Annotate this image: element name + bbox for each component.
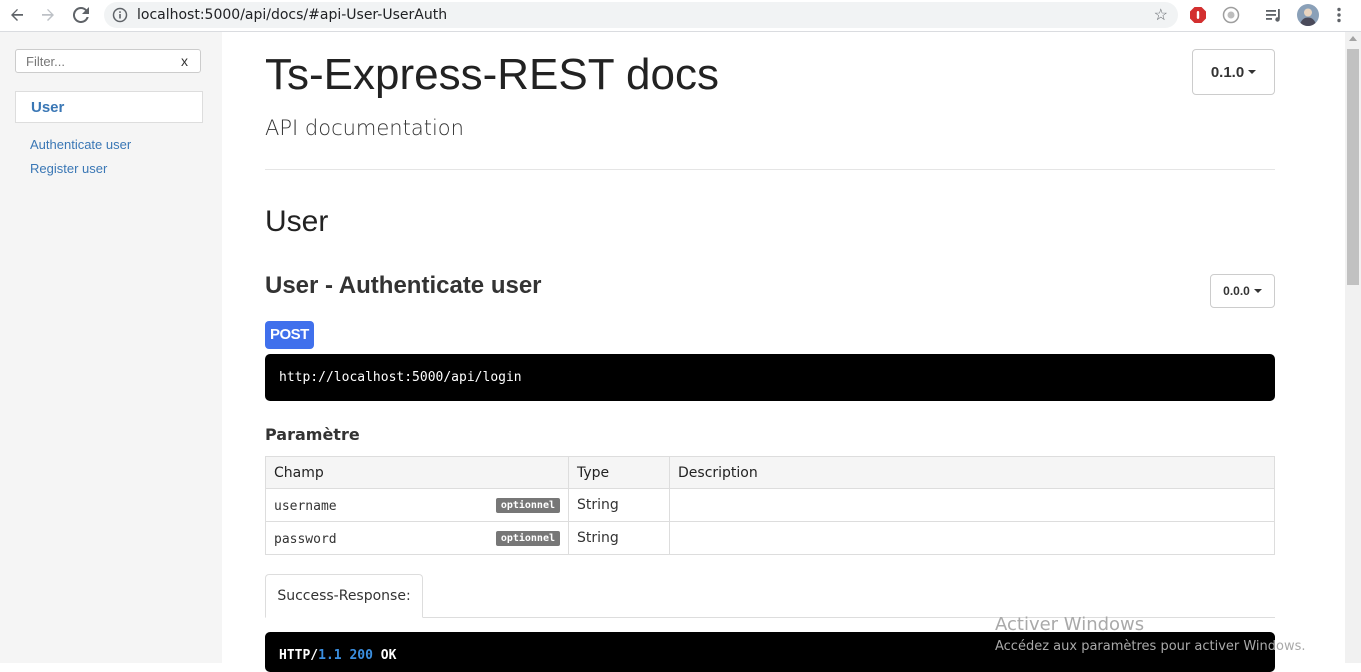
info-icon[interactable] bbox=[112, 7, 128, 28]
column-header-description: Description bbox=[669, 456, 1275, 489]
section-title: User bbox=[265, 205, 329, 238]
param-type: String bbox=[568, 521, 670, 555]
api-version-label: 0.1.0 bbox=[1210, 63, 1245, 81]
watermark-title: Activer Windows bbox=[995, 614, 1145, 635]
divider bbox=[265, 169, 1275, 170]
sidebar-link-authenticate-user[interactable]: Authenticate user bbox=[30, 137, 131, 152]
endpoint-version-dropdown[interactable]: 0.0.0 bbox=[1210, 274, 1275, 308]
page-title: Ts-Express-REST docs bbox=[265, 50, 719, 99]
browser-toolbar: localhost:5000/api/docs/#api-User-UserAu… bbox=[0, 0, 1361, 32]
response-code: 200 bbox=[349, 648, 373, 663]
forward-button[interactable] bbox=[35, 3, 61, 27]
param-cell: password optionnel bbox=[265, 521, 569, 555]
reload-button[interactable] bbox=[68, 3, 94, 27]
url-text[interactable]: localhost:5000/api/docs/#api-User-UserAu… bbox=[137, 7, 447, 23]
response-status: OK bbox=[380, 648, 397, 663]
sidebar-group-user[interactable]: User bbox=[15, 91, 203, 123]
params-table: Champ Type Description username optionnel… bbox=[265, 456, 1275, 555]
endpoint-url-box: http://localhost:5000/api/login bbox=[265, 354, 1275, 401]
param-name: password bbox=[274, 531, 337, 547]
response-line: HTTP/1.1 200 OK bbox=[279, 648, 396, 663]
tab-divider bbox=[423, 617, 1275, 618]
scrollbar-thumb[interactable] bbox=[1347, 49, 1359, 285]
star-icon[interactable]: ☆ bbox=[1154, 5, 1168, 25]
params-title: Paramètre bbox=[265, 425, 360, 444]
sidebar-group-label: User bbox=[31, 99, 65, 116]
sidebar-link-register-user[interactable]: Register user bbox=[30, 161, 107, 176]
scroll-up-icon[interactable] bbox=[1349, 36, 1357, 41]
tab-success-response[interactable]: Success-Response: bbox=[265, 574, 423, 618]
filter-clear-button[interactable]: x bbox=[181, 53, 188, 69]
menu-icon[interactable] bbox=[1329, 5, 1349, 25]
table-row: password optionnel String bbox=[265, 521, 1275, 555]
endpoint-url: http://localhost:5000/api/login bbox=[279, 370, 522, 385]
extension-icon[interactable] bbox=[1221, 5, 1241, 25]
arrow-right-icon bbox=[42, 9, 54, 21]
arrow-left-icon bbox=[11, 9, 23, 21]
param-description bbox=[669, 488, 1275, 522]
table-header-row: Champ Type Description bbox=[265, 456, 1275, 489]
endpoint-version-label: 0.0.0 bbox=[1223, 284, 1250, 298]
media-icon[interactable] bbox=[1264, 5, 1284, 25]
filter-field: x bbox=[15, 49, 201, 73]
address-bar[interactable]: localhost:5000/api/docs/#api-User-UserAu… bbox=[104, 2, 1178, 28]
method-badge: POST bbox=[265, 321, 314, 349]
column-header-type: Type bbox=[568, 456, 670, 489]
reload-icon bbox=[73, 7, 89, 23]
main-content: Ts-Express-REST docs 0.1.0 API documenta… bbox=[222, 32, 1345, 672]
column-header-champ: Champ bbox=[265, 456, 569, 489]
endpoint-title: User - Authenticate user bbox=[265, 272, 542, 299]
adblock-icon[interactable] bbox=[1188, 5, 1208, 25]
watermark-subtitle: Accédez aux paramètres pour activer Wind… bbox=[995, 639, 1306, 654]
optional-badge: optionnel bbox=[495, 497, 560, 513]
sidebar: x User Authenticate user Register user bbox=[0, 32, 222, 663]
param-description bbox=[669, 521, 1275, 555]
optional-badge: optionnel bbox=[495, 530, 560, 546]
param-type: String bbox=[568, 488, 670, 522]
caret-down-icon bbox=[1253, 289, 1262, 293]
avatar[interactable] bbox=[1297, 4, 1319, 26]
scrollbar[interactable] bbox=[1345, 32, 1361, 663]
response-version: 1.1 bbox=[318, 648, 342, 663]
param-name: username bbox=[274, 498, 337, 514]
filter-input[interactable] bbox=[26, 52, 166, 70]
param-cell: username optionnel bbox=[265, 488, 569, 522]
response-proto: HTTP/ bbox=[279, 648, 319, 663]
table-row: username optionnel String bbox=[265, 488, 1275, 522]
page-subtitle: API documentation bbox=[265, 116, 464, 140]
api-version-dropdown[interactable]: 0.1.0 bbox=[1192, 49, 1275, 95]
back-button[interactable] bbox=[4, 3, 30, 27]
caret-down-icon bbox=[1248, 70, 1257, 74]
